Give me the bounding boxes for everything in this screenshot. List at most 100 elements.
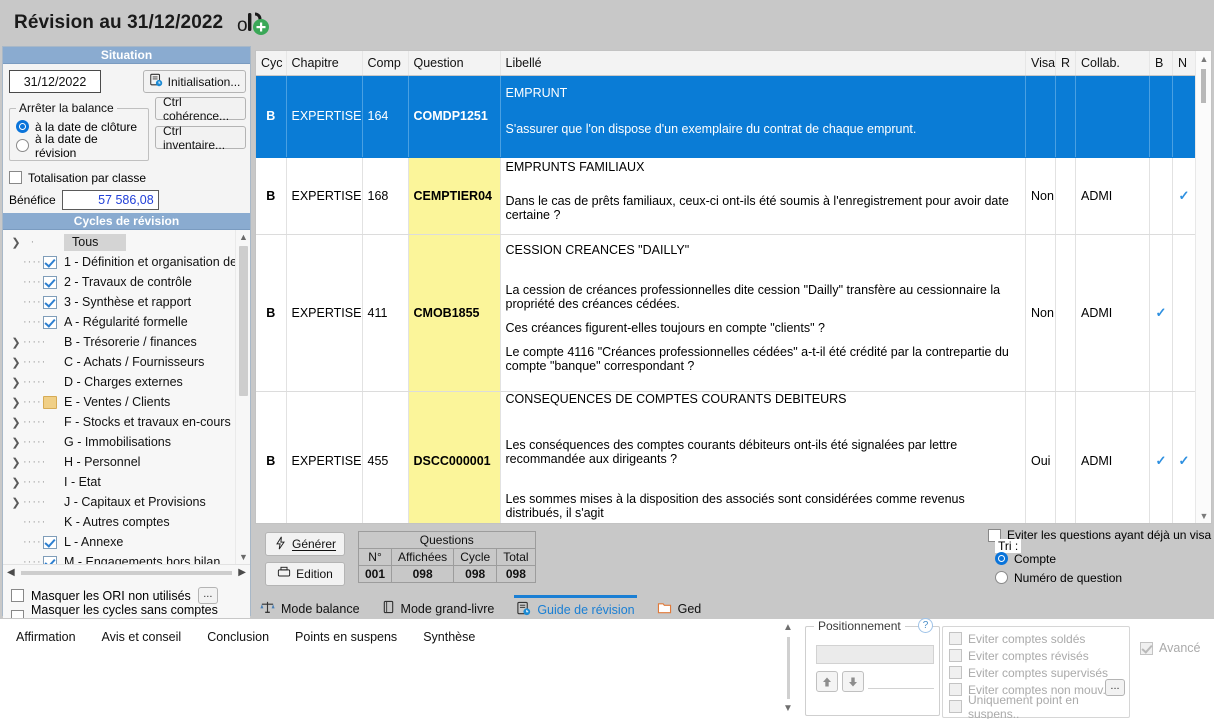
avance-checkbox[interactable] xyxy=(1140,641,1153,655)
tab-affirmation[interactable]: Affirmation xyxy=(16,630,76,644)
cell-r[interactable] xyxy=(1055,391,1076,523)
cell-collab[interactable]: ADMI xyxy=(1075,391,1150,523)
spinner-track[interactable] xyxy=(786,637,790,699)
col-header-question[interactable]: Question xyxy=(408,51,501,76)
cycle-checkbox[interactable] xyxy=(43,555,57,564)
cell-libelle[interactable]: CONSEQUENCES DE COMPTES COURANTS DEBITEU… xyxy=(500,391,1026,523)
cell-n[interactable]: ✓ xyxy=(1172,157,1196,235)
scroll-down-icon[interactable]: ▼ xyxy=(236,550,251,564)
cycle-tree-item[interactable]: ❯ ····· D - Charges externes xyxy=(3,372,235,392)
col-header-b[interactable]: B xyxy=(1149,51,1173,76)
cell-visa[interactable] xyxy=(1025,75,1056,158)
eviter-comptes-non-mouv-checkbox[interactable] xyxy=(949,683,962,696)
situation-date-input[interactable] xyxy=(9,70,101,93)
bottom-vertical-spinner[interactable]: ▲ ▼ xyxy=(778,622,798,714)
cell-cyc[interactable]: B xyxy=(256,157,287,235)
cell-question[interactable]: CMOB1855 xyxy=(408,234,501,392)
radio-date-revision[interactable]: à la date de révision xyxy=(16,132,142,160)
help-icon[interactable]: ? xyxy=(918,618,933,633)
grid-scroll-down-icon[interactable]: ▼ xyxy=(1196,508,1211,523)
cell-b[interactable]: ✓ xyxy=(1149,391,1173,523)
chevron-right-icon[interactable]: ❯ xyxy=(9,236,23,249)
cell-cyc[interactable]: B xyxy=(256,234,287,392)
cycle-tree-item[interactable]: ❯ ····· F - Stocks et travaux en-cours xyxy=(3,412,235,432)
cell-n[interactable] xyxy=(1172,75,1196,158)
tab-avis-et-conseil[interactable]: Avis et conseil xyxy=(102,630,182,644)
totalisation-par-classe-checkbox[interactable]: Totalisation par classe xyxy=(9,168,244,187)
cycle-tree-item[interactable]: ❯ ····· E - Ventes / Clients xyxy=(3,392,235,412)
cycle-tree-item[interactable]: ····· 2 - Travaux de contrôle xyxy=(3,272,235,292)
cell-r[interactable] xyxy=(1055,157,1076,235)
cell-comp[interactable]: 168 xyxy=(362,157,409,235)
cycle-checkbox[interactable] xyxy=(43,295,57,309)
table-row[interactable]: B EXPERTISE 168 CEMPTIER04 EMPRUNTS FAMILIAU… xyxy=(256,157,1196,235)
cell-cyc[interactable]: B xyxy=(256,391,287,523)
chevron-right-icon[interactable]: ❯ xyxy=(9,396,23,409)
cell-comp[interactable]: 455 xyxy=(362,391,409,523)
cell-collab[interactable]: ADMI xyxy=(1075,234,1150,392)
initialisation-button[interactable]: Initialisation... xyxy=(143,70,246,93)
cycle-tree-item[interactable]: ····· A - Régularité formelle xyxy=(3,312,235,332)
cell-chapitre[interactable]: EXPERTISE xyxy=(286,157,363,235)
cell-visa[interactable]: Oui xyxy=(1025,391,1056,523)
cycles-tree[interactable]: ❯ · Tous ····· 1 - Définition et organisatio… xyxy=(3,230,235,564)
radio-tri-compte[interactable]: Compte xyxy=(995,549,1203,568)
cycles-tree-horizontal-scrollbar[interactable]: ◀ ▶ xyxy=(3,564,250,580)
eviter-questions-visa-row[interactable]: Eviter les questions ayant déjà un visa xyxy=(988,528,1211,542)
cell-comp[interactable]: 411 xyxy=(362,234,409,392)
cycle-tree-item[interactable]: ❯ ····· B - Trésorerie / finances xyxy=(3,332,235,352)
cell-question[interactable]: DSCC000001 xyxy=(408,391,501,523)
chevron-right-icon[interactable]: ❯ xyxy=(9,476,23,489)
cell-r[interactable] xyxy=(1055,234,1076,392)
table-row[interactable]: B EXPERTISE 411 CMOB1855 CESSION CREANCES "D… xyxy=(256,234,1196,392)
chevron-right-icon[interactable]: ❯ xyxy=(9,436,23,449)
col-header-libelle[interactable]: Libellé xyxy=(500,51,1026,76)
questions-grid[interactable]: Cyc Chapitre Comp Question Libellé Visa … xyxy=(255,50,1212,524)
spinner-down-icon[interactable]: ▼ xyxy=(783,703,793,714)
col-header-collab[interactable]: Collab. xyxy=(1075,51,1150,76)
chevron-right-icon[interactable]: ❯ xyxy=(9,496,23,509)
eviter-comptes-soldes-checkbox[interactable] xyxy=(949,632,962,645)
cycle-tree-item[interactable]: ····· L - Annexe xyxy=(3,532,235,552)
generer-button[interactable]: Générer xyxy=(265,532,345,556)
cell-comp[interactable]: 164 xyxy=(362,75,409,158)
radio-tri-numero[interactable]: Numéro de question xyxy=(995,568,1203,587)
cell-b[interactable] xyxy=(1149,75,1173,158)
cycle-tree-item[interactable]: ····· 3 - Synthèse et rapport xyxy=(3,292,235,312)
cycle-checkbox[interactable] xyxy=(43,535,57,549)
uniquement-point-suspens-checkbox[interactable] xyxy=(949,700,962,713)
eviter-comptes-options-button[interactable]: ... xyxy=(1105,679,1125,696)
cycle-tree-item[interactable]: ····· M - Engagements hors bilan xyxy=(3,552,235,564)
grid-scroll-thumb[interactable] xyxy=(1201,69,1206,103)
uniquement-point-suspens-row[interactable]: Uniquement point en suspens.. xyxy=(949,693,1123,719)
col-header-visa[interactable]: Visa xyxy=(1025,51,1056,76)
cycle-tree-item[interactable]: ❯ ····· I - Etat xyxy=(3,472,235,492)
cycle-tree-item[interactable]: ····· 1 - Définition et organisation de l… xyxy=(3,252,235,272)
scroll-thumb[interactable] xyxy=(239,246,248,396)
col-header-r[interactable]: R xyxy=(1055,51,1076,76)
cell-b[interactable]: ✓ xyxy=(1149,234,1173,392)
cycle-tree-item[interactable]: ❯ · Tous xyxy=(3,232,235,252)
tab-points-en-suspens[interactable]: Points en suspens xyxy=(295,630,397,644)
cell-b[interactable] xyxy=(1149,157,1173,235)
cycle-tree-item[interactable]: ❯ ····· J - Capitaux et Provisions xyxy=(3,492,235,512)
cell-visa[interactable]: Non xyxy=(1025,234,1056,392)
cell-libelle[interactable]: EMPRUNT S'assurer que l'on dispose d'un e… xyxy=(500,75,1026,158)
eviter-comptes-revises-checkbox[interactable] xyxy=(949,649,962,662)
eviter-comptes-soldes-row[interactable]: Eviter comptes soldés xyxy=(949,630,1123,647)
col-header-n[interactable]: N xyxy=(1172,51,1196,76)
eviter-comptes-supervises-row[interactable]: Eviter comptes supervisés xyxy=(949,664,1123,681)
ctrl-coherence-button[interactable]: Ctrl cohérence... xyxy=(155,95,246,123)
cycle-checkbox[interactable] xyxy=(43,275,57,289)
cycle-checkbox[interactable] xyxy=(43,315,57,329)
avance-checkbox-row[interactable]: Avancé xyxy=(1140,641,1200,655)
tab-conclusion[interactable]: Conclusion xyxy=(207,630,269,644)
tab-mode-balance[interactable]: Mode balance xyxy=(258,597,362,620)
arrow-down-icon[interactable] xyxy=(842,671,864,692)
cell-question[interactable]: CEMPTIER04 xyxy=(408,157,501,235)
cycle-checkbox[interactable] xyxy=(43,255,57,269)
positionnement-field[interactable] xyxy=(868,675,934,689)
cell-n[interactable]: ✓ xyxy=(1172,391,1196,523)
col-header-comp[interactable]: Comp xyxy=(362,51,409,76)
grid-scroll-up-icon[interactable]: ▲ xyxy=(1196,51,1211,66)
